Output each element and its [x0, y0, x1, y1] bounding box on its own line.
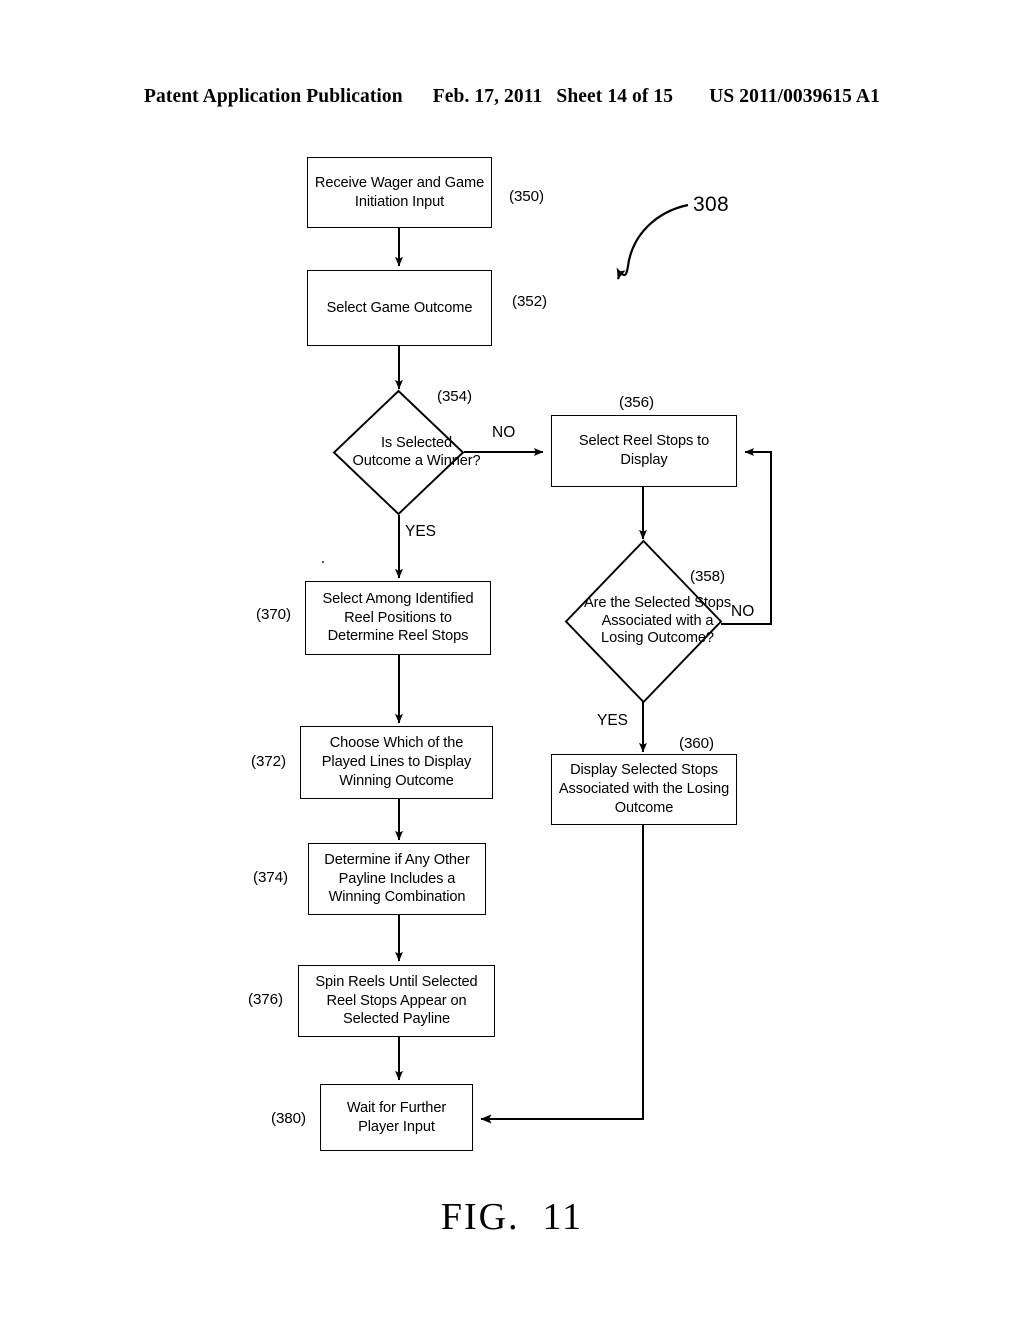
node-360-ref: (360) — [679, 735, 714, 752]
node-352-label: Select Game Outcome — [326, 299, 473, 316]
node-380-label: Wait for Further Player Input — [346, 1099, 447, 1135]
node-358[interactable]: Are the Selected Stops Associated with a… — [564, 539, 731, 704]
node-376[interactable]: Spin Reels Until Selected Reel Stops App… — [298, 965, 495, 1037]
node-360-label: Display Selected Stops Associated with t… — [558, 762, 730, 816]
edge-label-354-no: NO — [492, 424, 516, 441]
node-360[interactable]: Display Selected Stops Associated with t… — [551, 754, 737, 825]
node-350-ref: (350) — [509, 188, 544, 205]
scan-artifact — [322, 561, 324, 563]
node-372[interactable]: Choose Which of the Played Lines to Disp… — [300, 726, 493, 799]
node-354[interactable]: Is Selected Outcome a Winner? — [332, 389, 481, 516]
node-370[interactable]: Select Among Identified Reel Positions t… — [305, 581, 491, 655]
node-350-label: Receive Wager and Game Initiation Input — [314, 174, 485, 210]
leader-308 — [616, 203, 689, 280]
node-356[interactable]: Select Reel Stops to Display — [551, 415, 737, 487]
node-356-ref: (356) — [619, 394, 654, 411]
node-374-ref: (374) — [253, 869, 288, 886]
node-350[interactable]: Receive Wager and Game Initiation Input — [307, 157, 492, 228]
patent-figure-page: Patent Application Publication Feb. 17, 2… — [0, 0, 1024, 1320]
node-370-ref: (370) — [256, 606, 291, 623]
edge-label-354-yes: YES — [405, 523, 437, 540]
node-376-ref: (376) — [248, 991, 283, 1008]
node-356-label: Select Reel Stops to Display — [578, 433, 710, 468]
node-374-label: Determine if Any Other Payline Includes … — [324, 851, 470, 906]
figure-caption: FIG. 11 — [440, 1196, 584, 1238]
node-374[interactable]: Determine if Any Other Payline Includes … — [308, 843, 486, 915]
node-358-ref: (358) — [690, 568, 725, 585]
node-354-ref: (354) — [437, 388, 472, 405]
node-372-label: Choose Which of the Played Lines to Disp… — [321, 735, 472, 789]
node-352[interactable]: Select Game Outcome — [307, 270, 492, 346]
node-376-label: Spin Reels Until Selected Reel Stops App… — [315, 973, 478, 1028]
edge-label-358-yes: YES — [597, 712, 629, 729]
node-380[interactable]: Wait for Further Player Input — [320, 1084, 473, 1151]
node-372-ref: (372) — [251, 753, 286, 770]
edge-label-358-no: NO — [731, 603, 755, 620]
diagram-ref-308: 308 — [693, 193, 729, 216]
node-352-ref: (352) — [512, 293, 547, 310]
node-370-label: Select Among Identified Reel Positions t… — [322, 590, 474, 645]
node-380-ref: (380) — [271, 1110, 306, 1127]
